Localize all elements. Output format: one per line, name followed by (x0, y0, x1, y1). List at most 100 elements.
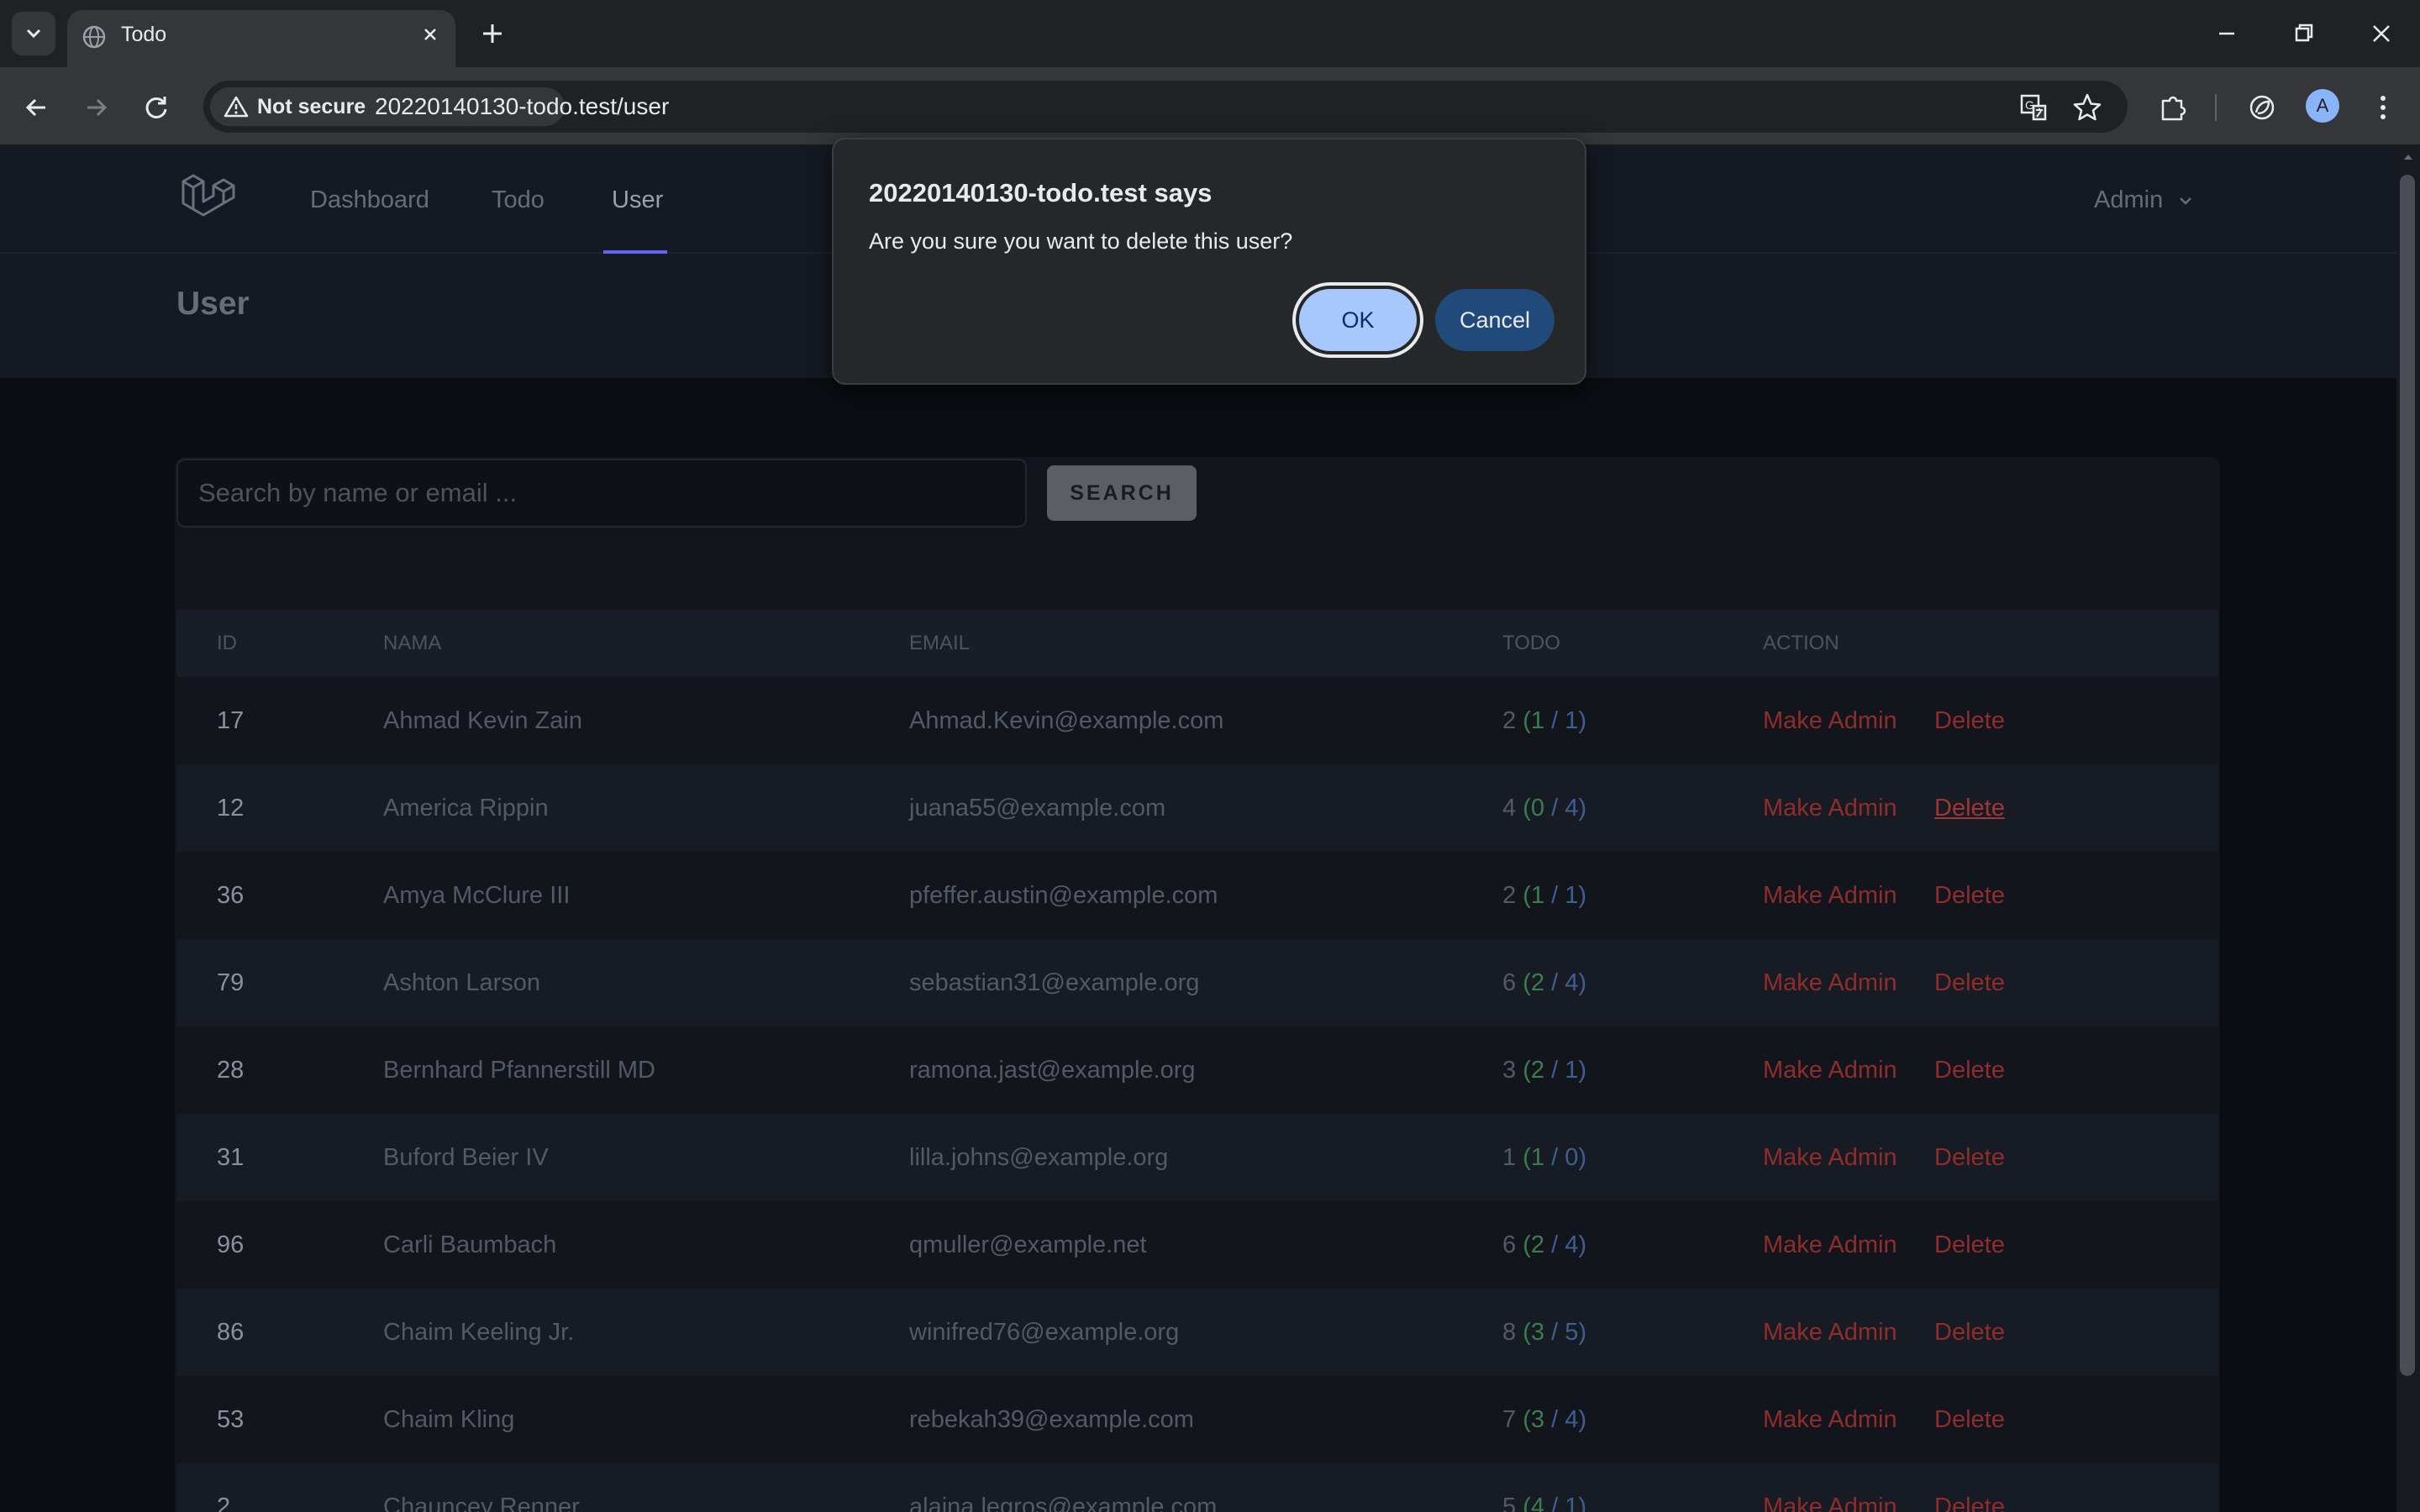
forward-arrow-icon[interactable] (76, 87, 116, 128)
browser-tabstrip: Todo (0, 0, 2420, 67)
todo-close-paren: ) (1578, 1406, 1586, 1433)
search-button[interactable]: SEARCH (1047, 465, 1197, 521)
back-arrow-icon[interactable] (17, 87, 57, 128)
todo-pending-count: 4 (1565, 969, 1579, 996)
todo-done-count: 2 (1530, 1057, 1545, 1084)
cell-name: Chaim Kling (383, 1406, 515, 1433)
todo-total: 5 (1502, 1494, 1517, 1512)
todo-close-paren: ) (1578, 1144, 1586, 1171)
cell-name: Ashton Larson (383, 969, 541, 996)
delete-link[interactable]: Delete (1934, 939, 2005, 1026)
url-text[interactable]: 20220140130-todo.test/user (375, 81, 669, 133)
make-admin-link[interactable]: Make Admin (1763, 1201, 1897, 1289)
cell-name: America Rippin (383, 795, 549, 822)
address-bar[interactable]: Not secure 20220140130-todo.test/user (203, 81, 2128, 133)
todo-close-paren: ) (1578, 1057, 1586, 1084)
kebab-icon[interactable] (2363, 87, 2403, 128)
dialog-cancel-button[interactable]: Cancel (1435, 289, 1555, 351)
todo-total: 1 (1502, 1144, 1517, 1171)
cell-email: winifred76@example.org (909, 1319, 1180, 1346)
user-menu[interactable]: Admin (2094, 146, 2195, 254)
chevron-down-icon (2180, 197, 2192, 206)
translate-icon[interactable]: G (2013, 87, 2054, 128)
table-body: 17 Ahmad Kevin Zain Ahmad.Kevin@example.co… (176, 677, 2218, 1512)
todo-open-paren: ( (1523, 1406, 1531, 1433)
delete-link[interactable]: Delete (1934, 1114, 2005, 1201)
delete-link[interactable]: Delete (1934, 852, 2005, 939)
todo-separator: / (1544, 1494, 1565, 1512)
todo-open-paren: ( (1523, 1319, 1531, 1346)
nav-dashboard[interactable]: Dashboard (310, 146, 429, 254)
new-tab-plus-icon[interactable] (476, 17, 509, 50)
dialog-ok-button[interactable]: OK (1299, 289, 1417, 351)
cell-name: Chauncey Renner (383, 1494, 580, 1512)
page-scrollbar[interactable] (2396, 146, 2420, 1512)
column-header-id: ID (217, 632, 237, 654)
cell-email: juana55@example.com (909, 795, 1166, 822)
cell-todo: 7 (3 / 4) (1502, 1376, 1586, 1463)
make-admin-link[interactable]: Make Admin (1763, 852, 1897, 939)
table-row: 31 Buford Beier IV lilla.johns@example.org… (176, 1114, 2218, 1201)
todo-open-paren: ( (1523, 1057, 1531, 1084)
make-admin-link[interactable]: Make Admin (1763, 1463, 1897, 1512)
make-admin-link[interactable]: Make Admin (1763, 1114, 1897, 1201)
delete-link[interactable]: Delete (1934, 1289, 2005, 1376)
puzzle-icon[interactable] (2153, 87, 2193, 128)
make-admin-link[interactable]: Make Admin (1763, 1026, 1897, 1114)
delete-link[interactable]: Delete (1934, 1026, 2005, 1114)
cell-todo: 1 (1 / 0) (1502, 1114, 1586, 1201)
todo-done-count: 1 (1530, 707, 1545, 734)
todo-total: 6 (1502, 969, 1517, 996)
chevron-down-icon (26, 29, 41, 39)
todo-done-count: 2 (1530, 969, 1545, 996)
make-admin-link[interactable]: Make Admin (1763, 1289, 1897, 1376)
confirm-dialog: 20220140130-todo.test says Are you sure … (832, 138, 1586, 385)
search-input[interactable] (176, 459, 1027, 528)
table-row: 53 Chaim Kling rebekah39@example.com 7 (3 /… (176, 1376, 2218, 1463)
todo-open-paren: ( (1523, 795, 1531, 822)
browser-tab[interactable]: Todo (67, 10, 455, 67)
nav-user[interactable]: User (612, 146, 663, 254)
cell-name: Chaim Keeling Jr. (383, 1319, 575, 1346)
delete-link[interactable]: Delete (1934, 1201, 2005, 1289)
todo-separator: / (1544, 969, 1565, 996)
todo-separator: / (1544, 1231, 1565, 1258)
tab-search-button[interactable] (12, 12, 55, 55)
table-row: 2 Chauncey Renner alaina.legros@example.co… (176, 1463, 2218, 1512)
cell-email: sebastian31@example.org (909, 969, 1200, 996)
star-icon[interactable] (2067, 87, 2107, 128)
todo-done-count: 3 (1530, 1319, 1545, 1346)
todo-pending-count: 1 (1565, 1494, 1579, 1512)
leaf-icon[interactable] (2242, 87, 2282, 128)
laravel-logo-icon[interactable] (178, 171, 235, 228)
tab-title: Todo (121, 23, 167, 46)
make-admin-link[interactable]: Make Admin (1763, 677, 1897, 764)
minimize-icon[interactable] (2207, 13, 2247, 54)
todo-close-paren: ) (1578, 882, 1586, 909)
make-admin-link[interactable]: Make Admin (1763, 1376, 1897, 1463)
window-close-icon[interactable] (2361, 13, 2402, 54)
table-row: 12 America Rippin juana55@example.com 4 (0 … (176, 764, 2218, 852)
delete-link[interactable]: Delete (1934, 764, 2005, 852)
cell-id: 17 (217, 707, 245, 734)
column-header-email: EMAIL (909, 632, 971, 654)
scrollbar-thumb[interactable] (2400, 175, 2415, 1376)
nav-todo[interactable]: Todo (492, 146, 544, 254)
cell-email: qmuller@example.net (909, 1231, 1147, 1258)
close-icon[interactable] (417, 21, 444, 48)
todo-open-paren: ( (1523, 969, 1531, 996)
reload-icon[interactable] (136, 87, 176, 128)
profile-avatar[interactable]: A (2306, 89, 2339, 123)
cell-todo: 3 (2 / 1) (1502, 1026, 1586, 1114)
delete-link[interactable]: Delete (1934, 1463, 2005, 1512)
make-admin-link[interactable]: Make Admin (1763, 764, 1897, 852)
dialog-title: 20220140130-todo.test says (869, 178, 1213, 207)
delete-link[interactable]: Delete (1934, 677, 2005, 764)
scroll-up-arrow-icon[interactable] (2402, 151, 2414, 163)
delete-link[interactable]: Delete (1934, 1376, 2005, 1463)
todo-pending-count: 1 (1565, 707, 1579, 734)
make-admin-link[interactable]: Make Admin (1763, 939, 1897, 1026)
cell-id: 36 (217, 882, 245, 909)
restore-icon[interactable] (2284, 13, 2324, 54)
cell-todo: 2 (1 / 1) (1502, 677, 1586, 764)
